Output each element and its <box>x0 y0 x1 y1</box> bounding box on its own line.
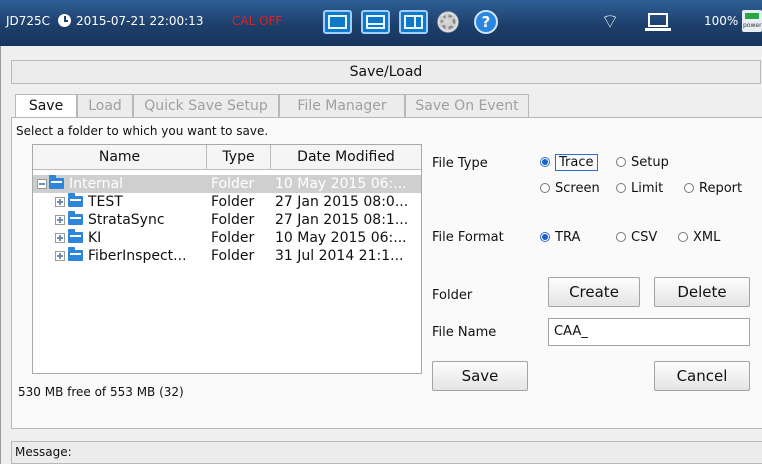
cancel-button[interactable]: Cancel <box>654 361 750 391</box>
collapse-icon[interactable] <box>37 179 47 189</box>
tab-file-manager[interactable]: File Manager <box>279 94 405 118</box>
status-bar: JD725C 2015-07-21 22:00:13 CAL OFF ? ⌔ 1… <box>0 0 762 46</box>
file-name-label: File Name <box>432 325 497 340</box>
tab-save-on-event[interactable]: Save On Event <box>405 94 529 118</box>
instruction-text: Select a folder to which you want to sav… <box>16 124 269 138</box>
file-name-input[interactable]: CAA_ <box>548 318 750 346</box>
delete-folder-button[interactable]: Delete <box>654 277 750 307</box>
tree-row[interactable]: StrataSync Folder 27 Jan 2015 08:1... <box>33 211 421 229</box>
radio-dot-icon <box>540 183 550 193</box>
settings-gear-icon[interactable] <box>436 8 460 36</box>
folder-name: FiberInspect... <box>88 248 187 264</box>
radio-dot-icon <box>616 183 626 193</box>
battery-level: 100% <box>704 14 739 28</box>
radio-dot-icon <box>616 232 626 242</box>
folder-icon <box>49 175 64 189</box>
single-view-icon[interactable] <box>323 10 352 34</box>
window-title: Save/Load <box>11 60 761 84</box>
radio-limit[interactable]: Limit <box>616 180 663 198</box>
radio-dot-icon <box>540 157 550 167</box>
folder-date: 27 Jan 2015 08:0... <box>275 194 409 210</box>
radio-tra[interactable]: TRA <box>540 229 580 247</box>
folder-name: StrataSync <box>88 212 165 228</box>
message-bar: Message: <box>11 441 762 464</box>
laptop-icon[interactable] <box>645 13 671 31</box>
folder-type: Folder <box>211 248 255 264</box>
file-type-label: File Type <box>432 156 488 171</box>
column-header-date[interactable]: Date Modified <box>271 145 421 170</box>
folder-type: Folder <box>211 194 255 210</box>
help-icon[interactable]: ? <box>474 10 498 34</box>
folder-icon <box>68 211 83 225</box>
expand-icon[interactable] <box>55 251 65 261</box>
tree-header: Name Type Date Modified <box>33 145 421 170</box>
tab-save[interactable]: Save <box>15 94 77 119</box>
expand-icon[interactable] <box>55 233 65 243</box>
tree-row[interactable]: KI Folder 10 May 2015 06:... <box>33 229 421 247</box>
device-model: JD725C <box>6 14 51 28</box>
save-button[interactable]: Save <box>432 361 528 391</box>
date-time: 2015-07-21 22:00:13 <box>76 14 204 28</box>
radio-report[interactable]: Report <box>684 180 742 198</box>
file-format-label: File Format <box>432 230 504 245</box>
radio-trace[interactable]: Trace <box>540 154 598 172</box>
clock-icon <box>58 14 71 27</box>
radio-dot-icon <box>540 232 550 242</box>
folder-date: 27 Jan 2015 08:1... <box>275 212 409 228</box>
save-load-window: Save/Load Save Load Quick Save Setup Fil… <box>0 46 762 464</box>
radio-xml[interactable]: XML <box>678 229 720 247</box>
folder-name: TEST <box>88 194 123 210</box>
tab-quick-save-setup[interactable]: Quick Save Setup <box>133 94 279 118</box>
folder-date: 31 Jul 2014 21:1... <box>275 248 404 264</box>
folder-name: Internal <box>69 176 123 192</box>
folder-date: 10 May 2015 06:... <box>275 176 407 192</box>
radio-setup[interactable]: Setup <box>616 154 669 172</box>
column-header-type[interactable]: Type <box>207 145 271 170</box>
folder-date: 10 May 2015 06:... <box>275 230 407 246</box>
radio-screen[interactable]: Screen <box>540 180 600 198</box>
folder-tree[interactable]: Name Type Date Modified Internal Folder … <box>32 144 422 374</box>
radio-dot-icon <box>616 157 626 167</box>
expand-icon[interactable] <box>55 215 65 225</box>
radio-dot-icon <box>684 183 694 193</box>
folder-icon <box>68 193 83 207</box>
folder-label: Folder <box>432 288 473 303</box>
tree-row[interactable]: Internal Folder 10 May 2015 06:... <box>33 175 421 193</box>
create-folder-button[interactable]: Create <box>548 277 640 307</box>
power-icon[interactable] <box>742 10 762 32</box>
wifi-icon[interactable]: ⌔ <box>597 8 623 34</box>
tree-row[interactable]: TEST Folder 27 Jan 2015 08:0... <box>33 193 421 211</box>
tree-row[interactable]: FiberInspect... Folder 31 Jul 2014 21:1.… <box>33 247 421 265</box>
radio-csv[interactable]: CSV <box>616 229 657 247</box>
folder-type: Folder <box>211 176 255 192</box>
save-tab-panel: Select a folder to which you want to sav… <box>11 117 762 429</box>
folder-type: Folder <box>211 212 255 228</box>
split-horizontal-icon[interactable] <box>361 10 390 34</box>
radio-dot-icon <box>678 232 688 242</box>
split-vertical-icon[interactable] <box>399 10 428 34</box>
expand-icon[interactable] <box>55 197 65 207</box>
column-header-name[interactable]: Name <box>33 145 207 170</box>
folder-type: Folder <box>211 230 255 246</box>
folder-name: KI <box>88 230 102 246</box>
folder-icon <box>68 229 83 243</box>
cal-status: CAL OFF <box>232 14 283 28</box>
folder-icon <box>68 247 83 261</box>
free-space-text: 530 MB free of 553 MB (32) <box>18 385 184 399</box>
tab-load[interactable]: Load <box>77 94 133 118</box>
